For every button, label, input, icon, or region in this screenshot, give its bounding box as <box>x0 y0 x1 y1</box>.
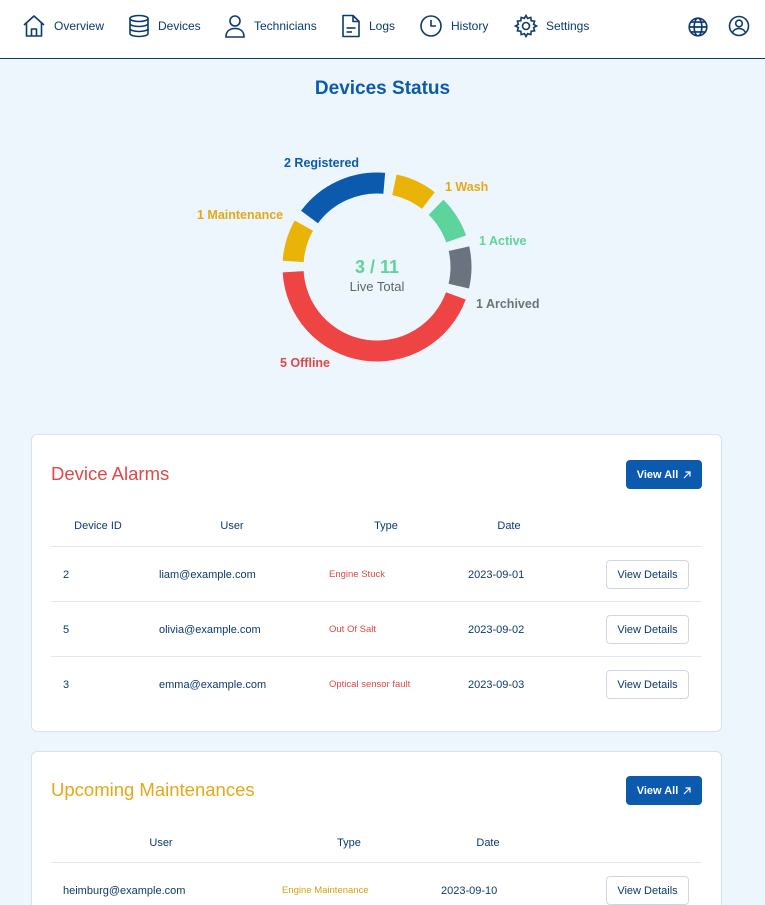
maintenances-view-all-button[interactable]: View All <box>626 776 702 805</box>
user-icon <box>225 15 245 38</box>
nav-overview-label: Overview <box>54 19 105 33</box>
donut-segment-maintenance <box>282 220 314 263</box>
table-row: 5 olivia@example.com Out Of Salt 2023-09… <box>51 601 702 656</box>
donut-segment-registered <box>301 172 386 224</box>
live-total-label: Live Total <box>349 279 405 294</box>
clock-icon <box>420 15 442 37</box>
alarm-user: olivia@example.com <box>159 623 261 636</box>
devices-status-title: Devices Status <box>314 78 451 99</box>
maint-user: heimburg@example.com <box>63 884 186 897</box>
alarms-col-date: Date <box>497 520 521 532</box>
upcoming-maintenances-card: Upcoming Maintenances View All User Type… <box>31 751 722 905</box>
segment-label-wash: 1 Wash <box>445 180 489 194</box>
nav-settings[interactable]: Settings <box>514 0 589 52</box>
maintenances-view-all-label: View All <box>636 784 679 797</box>
alarms-view-all-label: View All <box>636 468 679 481</box>
maint-type: Engine Maintenance <box>282 885 369 896</box>
alarm-type: Optical sensor fault <box>329 679 411 690</box>
table-row: 2 liam@example.com Engine Stuck 2023-09-… <box>51 546 702 601</box>
alarm-date: 2023-09-01 <box>468 568 525 581</box>
alarm-date: 2023-09-03 <box>468 678 525 691</box>
segment-label-active: 1 Active <box>479 234 527 248</box>
external-arrow-icon <box>683 470 691 478</box>
home-icon <box>23 15 45 37</box>
upcoming-maintenances-title: Upcoming Maintenances <box>51 779 255 800</box>
alarms-col-user: User <box>220 520 244 532</box>
view-details-button[interactable]: View Details <box>606 615 689 644</box>
maint-col-user: User <box>149 837 173 849</box>
database-icon <box>129 14 149 38</box>
alarm-device-id: 3 <box>63 678 70 691</box>
document-icon <box>342 14 360 38</box>
nav-settings-label: Settings <box>546 19 590 33</box>
table-row: heimburg@example.com Engine Maintenance … <box>51 862 702 905</box>
view-details-button[interactable]: View Details <box>606 876 689 905</box>
alarm-user: liam@example.com <box>159 568 256 581</box>
nav-devices[interactable]: Devices <box>128 0 201 52</box>
nav-history-label: History <box>451 19 489 33</box>
alarm-device-id: 5 <box>63 623 70 636</box>
maint-date: 2023-09-10 <box>441 884 498 897</box>
donut-segment-active <box>428 199 467 243</box>
view-details-button[interactable]: View Details <box>606 670 689 699</box>
view-details-button[interactable]: View Details <box>606 560 689 589</box>
table-row: 3 emma@example.com Optical sensor fault … <box>51 656 702 711</box>
external-arrow-icon <box>683 786 691 794</box>
alarms-view-all-button[interactable]: View All <box>626 460 702 489</box>
alarms-col-device-id: Device ID <box>74 520 122 532</box>
nav-logs-label: Logs <box>369 19 396 33</box>
nav-overview[interactable]: Overview <box>22 0 104 52</box>
maint-col-type: Type <box>337 837 361 849</box>
gear-icon <box>514 14 538 38</box>
maint-col-date: Date <box>476 837 500 849</box>
alarm-device-id: 2 <box>63 568 70 581</box>
alarm-date: 2023-09-02 <box>468 623 525 636</box>
alarm-user: emma@example.com <box>159 678 267 691</box>
donut-segment-archived <box>448 246 472 289</box>
top-navigation: Overview Devices Technicians Logs Histor… <box>0 0 765 59</box>
nav-technicians[interactable]: Technicians <box>224 0 317 52</box>
device-alarms-card: Device Alarms View All Device ID User Ty… <box>31 434 722 732</box>
alarm-type: Engine Stuck <box>329 569 385 580</box>
nav-technicians-label: Technicians <box>254 19 317 33</box>
nav-logs[interactable]: Logs <box>341 0 395 52</box>
segment-label-archived: 1 Archived <box>476 297 540 311</box>
live-total-value: 3 / 11 <box>354 257 400 277</box>
devices-status-donut: 2 Registered 1 Wash 1 Active 1 Archived … <box>0 140 765 390</box>
nav-history[interactable]: History <box>419 0 488 52</box>
device-alarms-title: Device Alarms <box>51 463 170 484</box>
globe-icon[interactable] <box>687 16 709 38</box>
segment-label-offline: 5 Offline <box>280 356 331 370</box>
segment-label-maintenance: 1 Maintenance <box>197 208 284 222</box>
account-icon[interactable] <box>728 15 750 37</box>
donut-segment-wash <box>391 174 435 210</box>
alarms-col-type: Type <box>374 520 398 532</box>
segment-label-registered: 2 Registered <box>284 156 360 170</box>
nav-devices-label: Devices <box>158 19 201 33</box>
alarm-type: Out Of Salt <box>329 624 376 635</box>
